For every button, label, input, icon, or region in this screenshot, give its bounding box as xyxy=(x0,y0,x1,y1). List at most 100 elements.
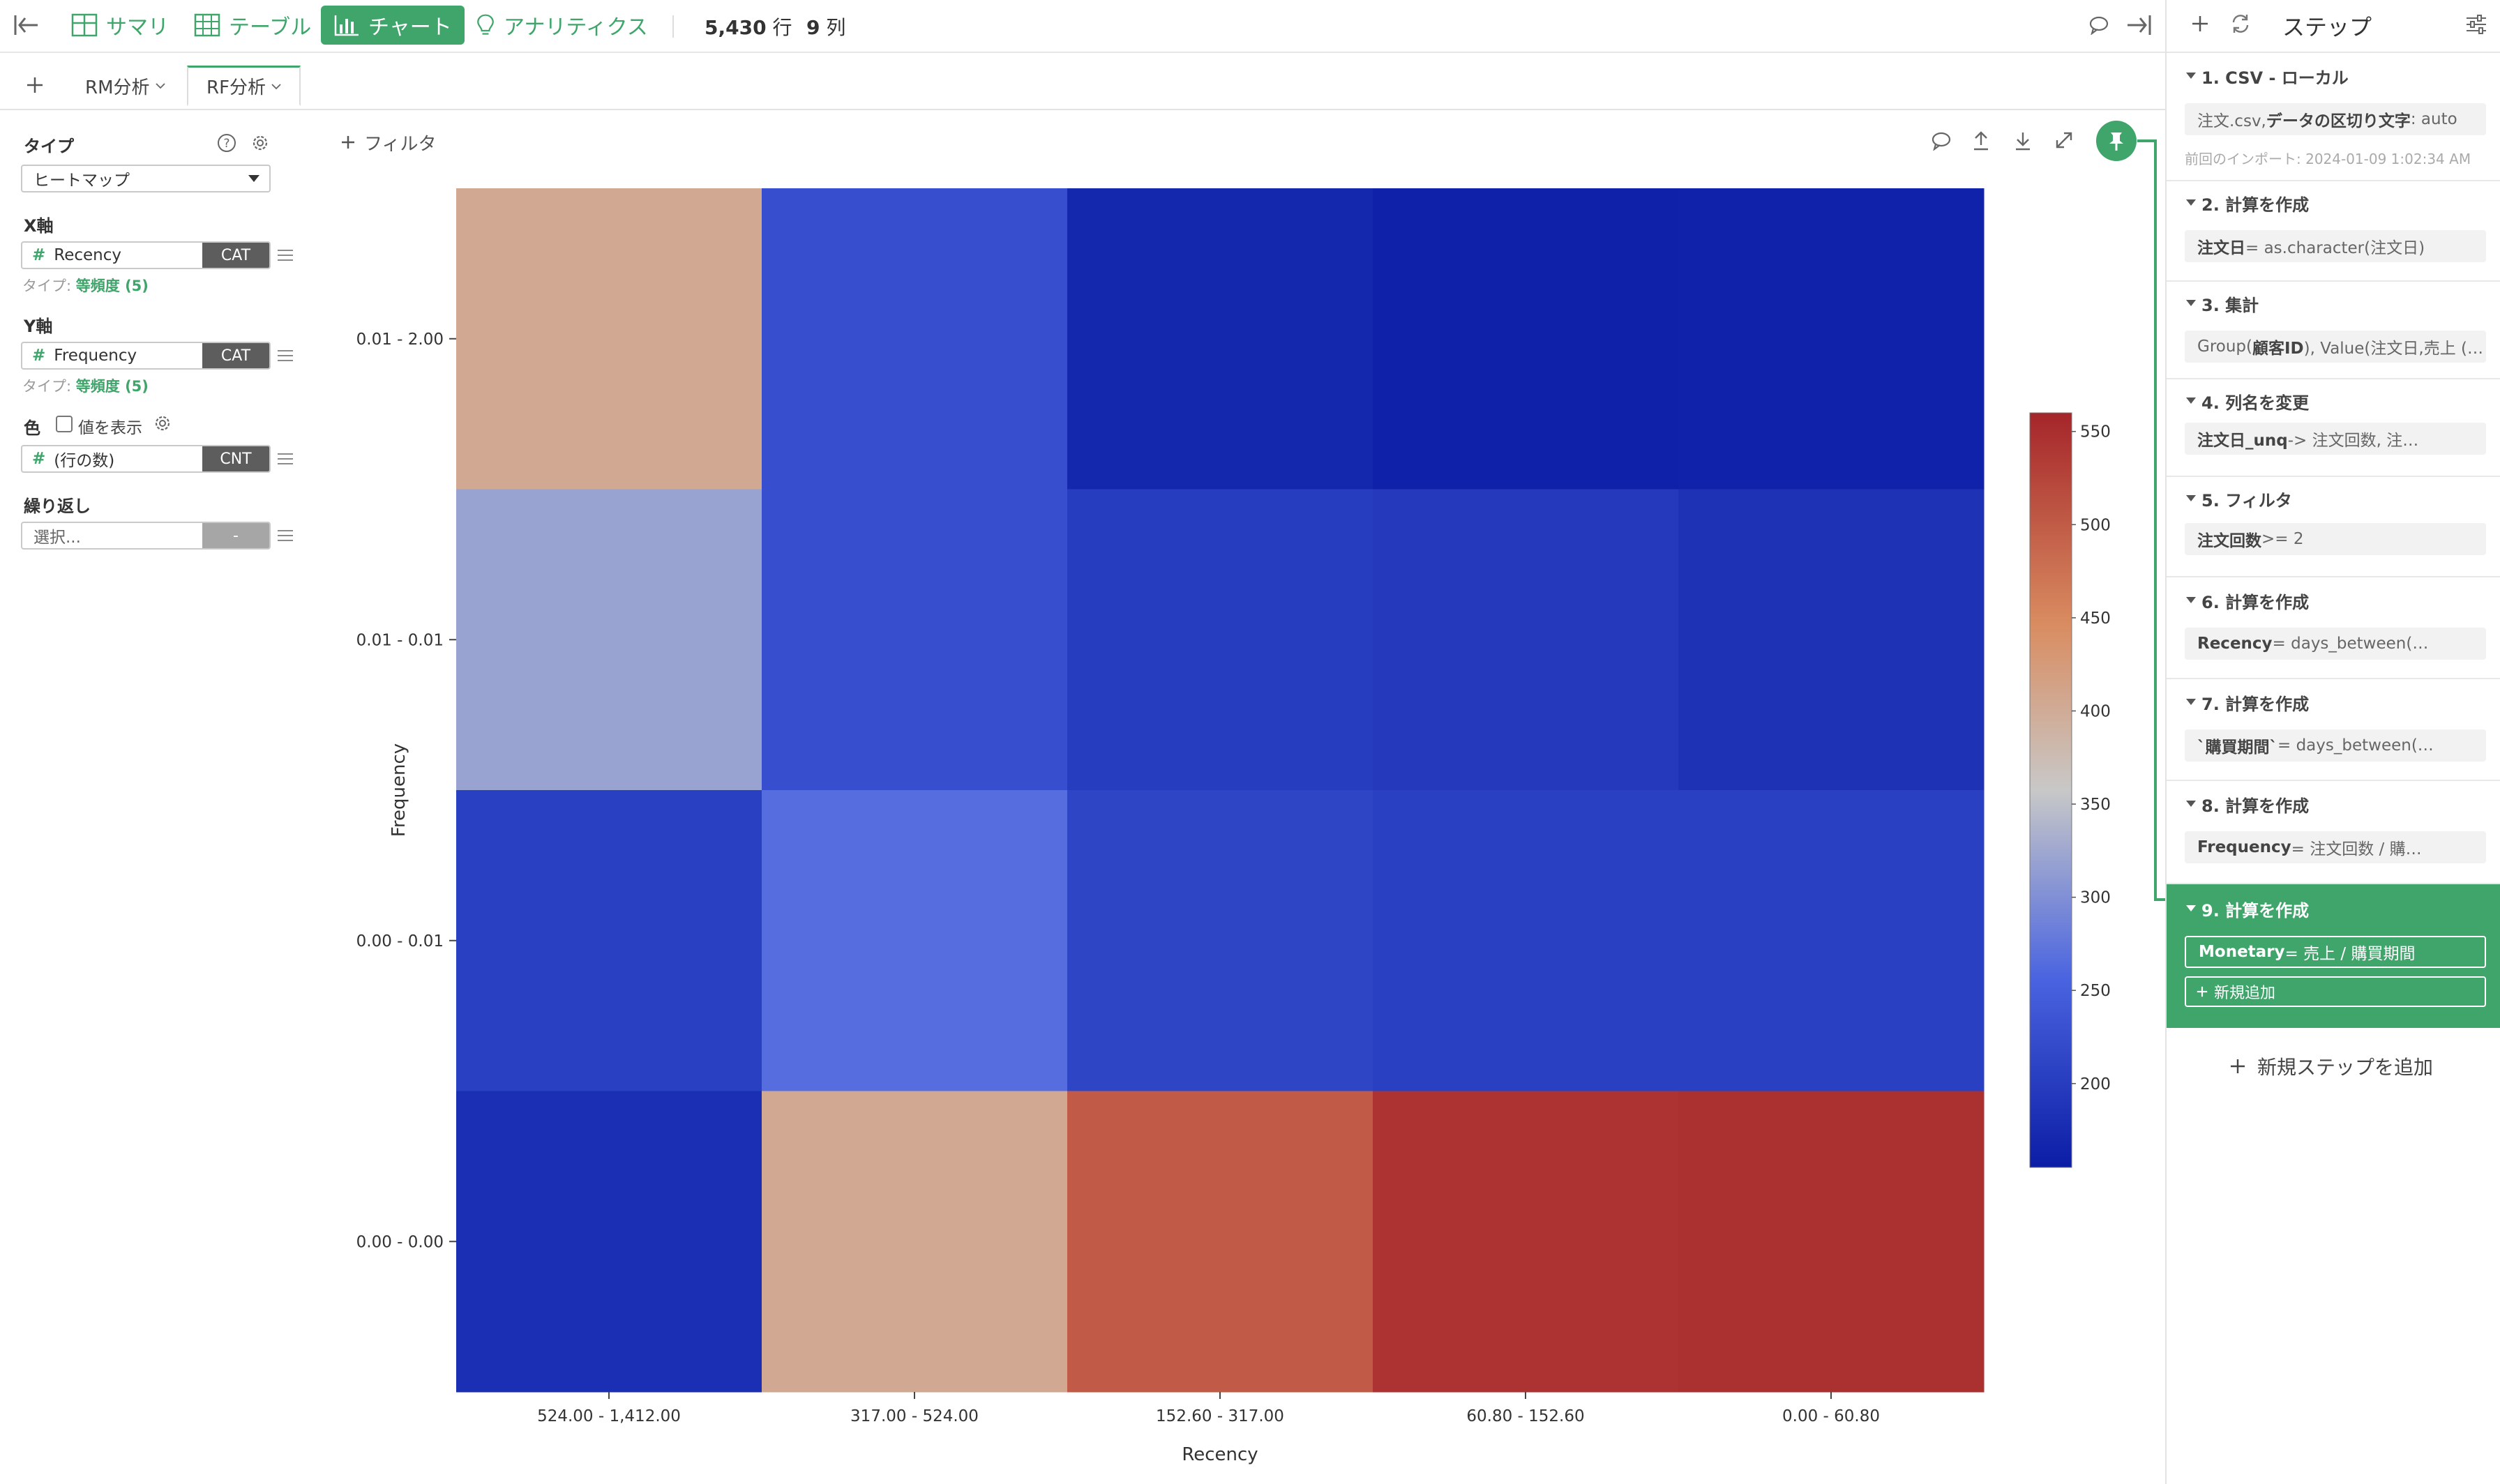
caret-down-icon xyxy=(2186,397,2196,404)
heatmap-cell[interactable] xyxy=(1067,790,1373,1091)
chevron-down-icon xyxy=(271,83,281,89)
y-axis-binning-link[interactable]: 等頻度 (5) xyxy=(76,378,149,395)
repeat-badge[interactable]: - xyxy=(202,523,269,548)
add-step-icon[interactable] xyxy=(2190,14,2210,33)
y-axis-field[interactable]: # Frequency CAT xyxy=(21,342,271,370)
heatmap-cell[interactable] xyxy=(1373,1091,1679,1393)
tab-rf-analysis[interactable]: RF分析 xyxy=(187,66,301,106)
step-9[interactable]: 9. 計算を作成 Monetary = 売上 / 購買期間 新規追加 xyxy=(2167,884,2500,1028)
add-new-step-detail-button[interactable]: 新規追加 xyxy=(2185,976,2486,1007)
heatmap-cell[interactable] xyxy=(1067,188,1373,490)
pin-icon[interactable] xyxy=(2095,120,2137,162)
add-filter-button[interactable]: フィルタ xyxy=(340,128,436,156)
x-axis-menu-icon[interactable] xyxy=(278,250,293,262)
step-7[interactable]: 7. 計算を作成 `購買期間` = days_between(… xyxy=(2167,679,2500,781)
step-2[interactable]: 2. 計算を作成 注文日 = as.character(注文日) xyxy=(2167,181,2500,282)
caret-down-icon xyxy=(2186,300,2196,306)
heatmap-chart: 524.00 - 1,412.00 317.00 - 524.00 152.60 -… xyxy=(356,188,2111,1465)
heatmap-cell[interactable] xyxy=(456,188,762,490)
help-icon[interactable]: ? xyxy=(216,132,237,153)
color-cnt-badge[interactable]: CNT xyxy=(202,446,269,471)
tab-rm-analysis[interactable]: RM分析 xyxy=(67,66,183,106)
nav-chart-button[interactable]: チャート xyxy=(321,6,465,45)
column-count-unit: 列 xyxy=(826,16,846,39)
heatmap-cell[interactable] xyxy=(1678,489,1985,791)
comment-icon[interactable] xyxy=(2088,15,2109,35)
heatmap-cell[interactable] xyxy=(762,1091,1068,1393)
step-5[interactable]: 5. フィルタ 注文回数 >= 2 xyxy=(2167,477,2500,577)
y-axis-menu-icon[interactable] xyxy=(278,350,293,363)
step-title: 1. CSV - ローカル xyxy=(2201,68,2349,88)
heatmap-cell[interactable] xyxy=(1678,1091,1985,1393)
chart-comment-icon[interactable] xyxy=(1931,131,1952,151)
step-4[interactable]: 4. 列名を変更 注文日_unq -> 注文回数, 注… xyxy=(2167,379,2500,477)
step-body[interactable]: 注文日 = as.character(注文日) xyxy=(2185,230,2486,262)
step-body[interactable]: Recency = days_between(… xyxy=(2185,628,2486,660)
heatmap-cell[interactable] xyxy=(456,790,762,1091)
add-tab-icon[interactable] xyxy=(25,75,45,95)
add-new-step-button[interactable]: 新規ステップを追加 xyxy=(2229,1049,2433,1084)
step-3[interactable]: 3. 集計 Group(顧客ID), Value(注文日,売上 (… xyxy=(2167,282,2500,379)
x-tick-label: 60.80 - 152.60 xyxy=(1466,1407,1584,1425)
x-axis-field[interactable]: # Recency CAT xyxy=(21,241,271,269)
upload-icon[interactable] xyxy=(1971,130,1991,152)
heatmap-cell[interactable] xyxy=(762,188,1068,490)
heatmap-cell[interactable] xyxy=(1373,790,1679,1091)
step-body[interactable]: Frequency = 注文回数 / 購… xyxy=(2185,831,2486,863)
nav-summary-button[interactable]: サマリ xyxy=(59,6,181,45)
chart-config-panel: タイプ ? ヒートマップ X軸 # Recency CAT タイプ: 等頻度 (… xyxy=(0,110,293,1477)
step-title: 8. 計算を作成 xyxy=(2201,796,2310,816)
heatmap-cell[interactable] xyxy=(762,489,1068,791)
refresh-icon[interactable] xyxy=(2229,13,2252,35)
heatmap-cell[interactable] xyxy=(762,790,1068,1091)
color-field[interactable]: # (行の数) CNT xyxy=(21,445,271,473)
show-values-checkbox[interactable] xyxy=(56,416,73,432)
add-new-step-label: 新規ステップを追加 xyxy=(2257,1056,2434,1079)
step-body[interactable]: `購買期間` = days_between(… xyxy=(2185,729,2486,762)
heatmap-cell[interactable] xyxy=(1067,1091,1373,1393)
expand-icon[interactable] xyxy=(2054,130,2074,151)
x-axis-binning-link[interactable]: 等頻度 (5) xyxy=(76,278,149,294)
step-1[interactable]: 1. CSV - ローカル 注文.csv, データの区切り文字: auto 前回… xyxy=(2167,54,2500,181)
row-count-value: 5,430 xyxy=(705,16,767,39)
repeat-select[interactable]: 選択... - xyxy=(21,522,271,550)
step-6[interactable]: 6. 計算を作成 Recency = days_between(… xyxy=(2167,577,2500,679)
heatmap-cell[interactable] xyxy=(1678,790,1985,1091)
x-axis-cat-badge[interactable]: CAT xyxy=(202,243,269,268)
sliders-icon[interactable] xyxy=(2465,14,2487,35)
color-menu-icon[interactable] xyxy=(278,453,293,466)
collapse-left-icon[interactable] xyxy=(13,13,40,38)
y-axis-cat-badge[interactable]: CAT xyxy=(202,343,269,368)
toolbar-divider xyxy=(672,15,674,38)
download-icon[interactable] xyxy=(2013,130,2033,152)
repeat-menu-icon[interactable] xyxy=(278,530,293,543)
heatmap-cell[interactable] xyxy=(456,1091,762,1393)
nav-analytics-button[interactable]: アナリティクス xyxy=(463,6,661,45)
heatmap-cell[interactable] xyxy=(1373,188,1679,490)
colorbar-tick-label: 200 xyxy=(2080,1075,2111,1093)
heatmap-cell[interactable] xyxy=(1067,489,1373,791)
step-body-key: Frequency xyxy=(2197,838,2291,856)
step-body[interactable]: Monetary = 売上 / 購買期間 xyxy=(2185,936,2486,968)
heatmap-cell[interactable] xyxy=(456,489,762,791)
step-title: 2. 計算を作成 xyxy=(2201,195,2310,215)
step-body[interactable]: 注文日_unq -> 注文回数, 注… xyxy=(2185,423,2486,455)
settings-gear-icon[interactable] xyxy=(250,132,271,153)
caret-down-icon xyxy=(2186,699,2196,705)
step-body-text: = 注文回数 / 購… xyxy=(2291,840,2422,858)
step-body[interactable]: 注文.csv, データの区切り文字: auto xyxy=(2185,103,2486,135)
heatmap-cell[interactable] xyxy=(1678,188,1985,490)
step-body-key: データの区切り文字 xyxy=(2266,112,2411,130)
number-type-icon: # xyxy=(32,347,46,365)
color-settings-gear-icon[interactable] xyxy=(152,413,173,434)
chart-type-select[interactable]: ヒートマップ xyxy=(21,165,271,192)
collapse-right-icon[interactable] xyxy=(2125,13,2153,38)
nav-table-button[interactable]: テーブル xyxy=(181,6,324,45)
step-body-text: -> 注文回数, 注… xyxy=(2287,432,2419,450)
heatmap-cell[interactable] xyxy=(1373,489,1679,791)
step-body[interactable]: 注文回数 >= 2 xyxy=(2185,523,2486,555)
step-body-text: = days_between(… xyxy=(2277,736,2434,755)
step-8[interactable]: 8. 計算を作成 Frequency = 注文回数 / 購… xyxy=(2167,781,2500,884)
x-tick-label: 152.60 - 317.00 xyxy=(1156,1407,1284,1425)
step-body[interactable]: Group(顧客ID), Value(注文日,売上 (… xyxy=(2185,331,2486,363)
